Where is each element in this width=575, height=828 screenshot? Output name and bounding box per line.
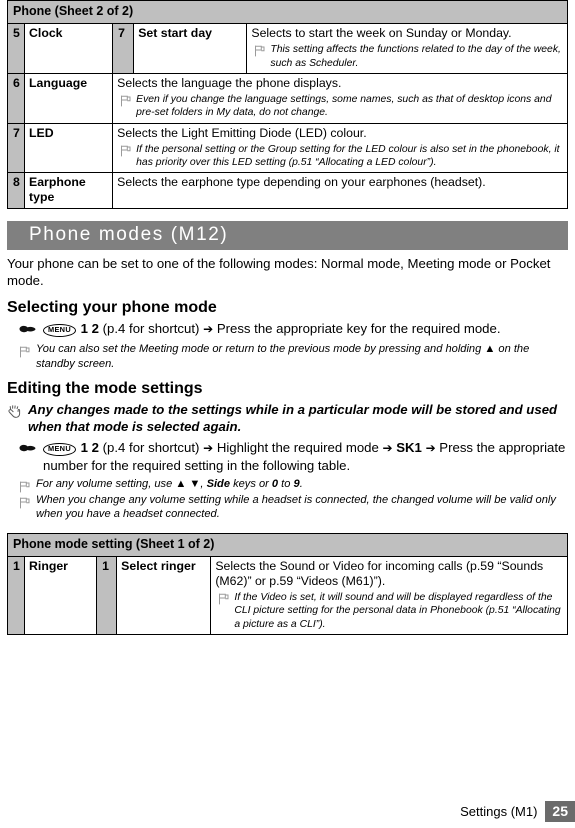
- section-header-band: Phone modes (M12): [7, 221, 568, 251]
- note-line: If the personal setting or the Group set…: [117, 143, 563, 170]
- stop-hand-icon: [7, 403, 24, 420]
- note-text: Even if you change the language settings…: [136, 93, 552, 119]
- description-text: Selects the Sound or Video for incoming …: [215, 559, 544, 589]
- flag-note-icon: [120, 95, 131, 107]
- note-line-headset: When you change any volume setting while…: [7, 493, 568, 522]
- table-row: 6 Language Selects the language the phon…: [6, 72, 568, 124]
- row-number: 7: [6, 122, 26, 174]
- row-number: 6: [6, 72, 26, 124]
- flag-note-icon: [19, 480, 30, 493]
- range-sep: to: [278, 477, 294, 490]
- row-number: 8: [6, 172, 26, 210]
- page-footer: Settings (M1) 25: [0, 801, 575, 822]
- description-text: Selects the language the phone displays.: [117, 75, 342, 90]
- row-description: Selects the Light Emitting Diode (LED) c…: [112, 122, 568, 174]
- row-name: Ringer: [24, 556, 98, 635]
- row-sublabel: Set start day: [133, 23, 248, 74]
- note-text: If the Video is set, it will sound and w…: [234, 592, 561, 630]
- step-shortcut: (p.4 for shortcut): [102, 440, 200, 456]
- procedure-line-edit: MENU 1 2 (p.4 for shortcut) ➔ Highlight …: [7, 439, 568, 474]
- page-number-badge: 25: [545, 801, 575, 822]
- flag-note-icon: [120, 145, 131, 157]
- description-text: Selects the Light Emitting Diode (LED) c…: [117, 125, 367, 140]
- arrow-glyph: ➔: [203, 441, 214, 456]
- warning-text: Any changes made to the settings while i…: [28, 402, 558, 435]
- row-description: Selects the language the phone displays.…: [112, 72, 568, 124]
- section-intro: Your phone can be set to one of the foll…: [7, 256, 551, 288]
- arrow-glyph: ➔: [425, 441, 436, 456]
- note-prefix: For any volume setting, use ▲ ▼,: [36, 477, 207, 490]
- step-code: 1 2: [80, 440, 99, 456]
- note-text: You can also set the Meeting mode or ret…: [36, 343, 530, 370]
- menu-key-badge: MENU: [43, 443, 76, 457]
- procedure-line-select: MENU 1 2 (p.4 for shortcut) ➔ Press the …: [7, 320, 568, 339]
- description-text: Selects the earphone type depending on y…: [117, 175, 486, 190]
- flag-note-icon: [218, 593, 229, 605]
- menu-key-badge: MENU: [43, 324, 76, 338]
- flag-note-icon: [19, 345, 30, 358]
- row-description: Selects to start the week on Sunday or M…: [246, 23, 568, 74]
- step-part1: Highlight the required mode: [216, 440, 379, 456]
- phone-mode-setting-table: Phone mode setting (Sheet 1 of 2) 1 Ring…: [6, 532, 568, 635]
- warning-line: Any changes made to the settings while i…: [7, 402, 568, 436]
- subsection-heading-editing: Editing the mode settings: [7, 380, 203, 398]
- note-text: When you change any volume setting while…: [36, 493, 556, 521]
- row-sublabel: Select ringer: [116, 556, 212, 635]
- row-description: Selects the earphone type depending on y…: [112, 172, 568, 210]
- table-caption-row: Phone mode setting (Sheet 1 of 2): [7, 532, 568, 558]
- row-number: 5: [6, 23, 26, 74]
- row-name: Earphone type: [24, 172, 114, 210]
- document-page: Phone (Sheet 2 of 2) 5 Clock 7 Set start…: [0, 0, 575, 828]
- table-caption: Phone (Sheet 2 of 2): [7, 0, 568, 25]
- table-caption: Phone mode setting (Sheet 1 of 2): [7, 532, 568, 558]
- note-line-select: You can also set the Meeting mode or ret…: [7, 342, 568, 371]
- note-line-volume: For any volume setting, use ▲ ▼, Side ke…: [7, 477, 568, 493]
- row-name: Clock: [24, 23, 114, 74]
- note-text: This setting affects the functions relat…: [270, 44, 561, 69]
- side-key-label: Side: [206, 477, 230, 490]
- note-line: If the Video is set, it will sound and w…: [215, 591, 563, 631]
- arrow-glyph: ➔: [203, 322, 214, 337]
- table-row: 7 LED Selects the Light Emitting Diode (…: [6, 122, 568, 174]
- softkey-label: SK1: [396, 440, 422, 456]
- table-caption-row: Phone (Sheet 2 of 2): [7, 0, 568, 25]
- flag-note-icon: [19, 496, 30, 509]
- note-line: This setting affects the functions relat…: [251, 43, 563, 70]
- page-content: Phone (Sheet 2 of 2) 5 Clock 7 Set start…: [0, 0, 575, 635]
- note-end: .: [299, 477, 303, 490]
- pointing-hand-icon: [19, 322, 39, 339]
- note-text: For any volume setting, use ▲ ▼, Side ke…: [36, 477, 568, 491]
- row-name: LED: [24, 122, 114, 174]
- table-row: 1 Ringer 1 Select ringer Selects the Sou…: [6, 556, 568, 635]
- arrow-glyph: ➔: [382, 441, 393, 456]
- flag-note-icon: [254, 45, 265, 57]
- note-line: Even if you change the language settings…: [117, 93, 563, 120]
- table-row: 8 Earphone type Selects the earphone typ…: [6, 172, 568, 210]
- step-action: Press the appropriate key for the requir…: [216, 321, 501, 337]
- description-text: Selects to start the week on Sunday or M…: [251, 26, 512, 41]
- row-subnumber: 7: [112, 23, 135, 74]
- row-name: Language: [24, 72, 114, 124]
- procedure-text: MENU 1 2 (p.4 for shortcut) ➔ Highlight …: [43, 439, 568, 474]
- row-number: 1: [6, 556, 26, 635]
- step-code: 1 2: [80, 321, 99, 337]
- procedure-text: MENU 1 2 (p.4 for shortcut) ➔ Press the …: [43, 320, 568, 338]
- note-text: If the personal setting or the Group set…: [136, 143, 560, 168]
- row-subnumber: 1: [96, 556, 118, 635]
- step-shortcut: (p.4 for shortcut): [102, 321, 200, 337]
- pointing-hand-icon: [19, 441, 39, 458]
- subsection-heading-selecting: Selecting your phone mode: [7, 298, 217, 316]
- table-row: 5 Clock 7 Set start day Selects to start…: [6, 23, 568, 74]
- footer-section-label: Settings (M1): [460, 804, 538, 819]
- note-mid: keys or: [230, 477, 272, 490]
- phone-settings-table: Phone (Sheet 2 of 2) 5 Clock 7 Set start…: [6, 0, 568, 210]
- row-description: Selects the Sound or Video for incoming …: [210, 556, 568, 635]
